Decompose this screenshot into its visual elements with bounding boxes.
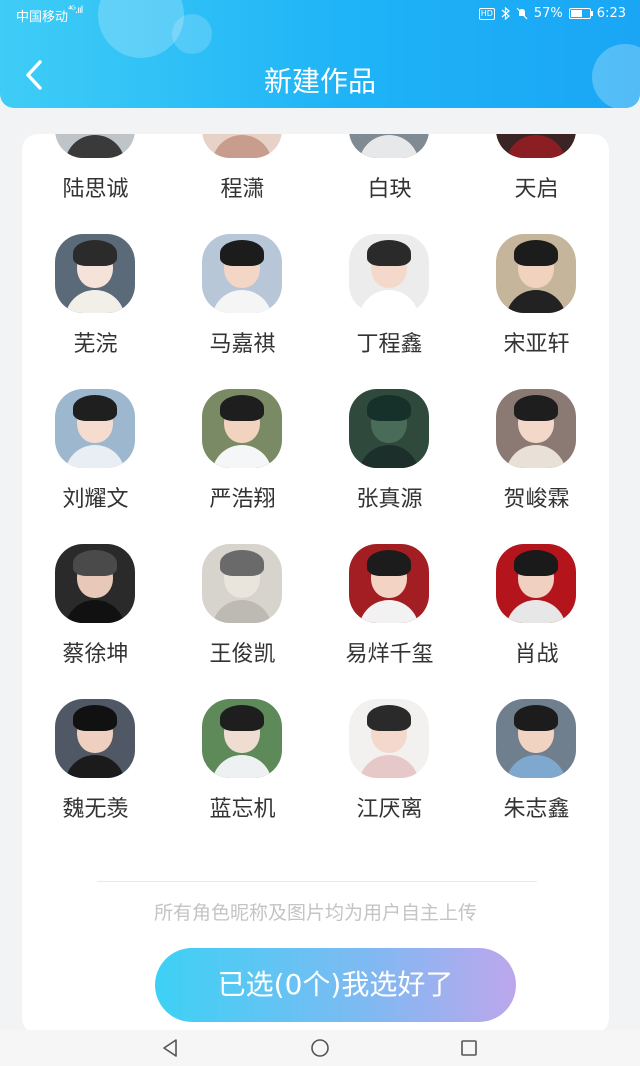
character-name: 贺峻霖	[503, 487, 570, 512]
character-name: 王俊凯	[209, 642, 276, 667]
nav-home-icon[interactable]	[309, 1038, 331, 1058]
character-name: 宋亚轩	[503, 332, 570, 357]
character-avatar[interactable]	[349, 544, 429, 623]
nav-back-icon[interactable]	[160, 1038, 182, 1058]
character-name: 蓝忘机	[209, 797, 276, 822]
character-name: 程潇	[220, 177, 265, 202]
character-avatar[interactable]	[496, 134, 576, 158]
bluetooth-icon	[501, 7, 510, 20]
character-avatar[interactable]	[202, 134, 282, 158]
character-avatar[interactable]	[349, 234, 429, 313]
status-bar: 中国移动 ⁴ᴳ.ııl HD 57% 6:23	[0, 0, 640, 28]
battery-icon	[568, 8, 593, 19]
mute-bell-icon	[516, 7, 528, 20]
character-item[interactable]: 蔡徐坤	[22, 544, 169, 699]
header-bar: 中国移动 ⁴ᴳ.ııl HD 57% 6:23 新建作品	[0, 0, 640, 108]
confirm-selection-button[interactable]: 已选(0个)我选好了	[155, 948, 516, 1022]
character-item[interactable]: 王俊凯	[169, 544, 316, 699]
character-item[interactable]: 肖战	[463, 544, 609, 699]
character-item[interactable]: 陆思诚	[22, 134, 169, 234]
character-item[interactable]: 易烊千玺	[316, 544, 463, 699]
character-item[interactable]: 白玦	[316, 134, 463, 234]
character-avatar[interactable]	[55, 544, 135, 623]
system-nav-bar	[0, 1030, 640, 1066]
character-name: 易烊千玺	[345, 642, 434, 667]
character-grid: 陆思诚 程潇 白玦 天启芜浣 马嘉祺 丁程鑫 宋亚轩刘耀文 严浩翔 张真源 贺峻霖蔡徐坤 王俊凯 易烊…	[22, 134, 609, 854]
character-avatar[interactable]	[496, 699, 576, 778]
character-name: 马嘉祺	[209, 332, 276, 357]
character-item[interactable]: 刘耀文	[22, 389, 169, 544]
character-avatar[interactable]	[349, 134, 429, 158]
character-avatar[interactable]	[202, 389, 282, 468]
divider	[97, 881, 537, 882]
character-avatar[interactable]	[349, 699, 429, 778]
character-item[interactable]: 魏无羡	[22, 699, 169, 854]
character-avatar[interactable]	[496, 389, 576, 468]
character-avatar[interactable]	[55, 234, 135, 313]
character-item[interactable]: 张真源	[316, 389, 463, 544]
character-item[interactable]: 蓝忘机	[169, 699, 316, 854]
hd-icon: HD	[478, 7, 495, 20]
nav-recent-icon[interactable]	[458, 1038, 480, 1058]
character-item[interactable]: 宋亚轩	[463, 234, 609, 389]
character-avatar[interactable]	[202, 234, 282, 313]
character-name: 朱志鑫	[503, 797, 570, 822]
character-avatar[interactable]	[202, 544, 282, 623]
character-name: 蔡徐坤	[62, 642, 129, 667]
character-name: 江厌离	[356, 797, 423, 822]
carrier-label: 中国移动	[16, 10, 69, 25]
character-avatar[interactable]	[202, 699, 282, 778]
character-card: 陆思诚 程潇 白玦 天启芜浣 马嘉祺 丁程鑫 宋亚轩刘耀文 严浩翔 张真源 贺峻霖蔡徐坤 王俊凯 易烊…	[22, 134, 609, 1034]
character-name: 丁程鑫	[356, 332, 423, 357]
character-name: 陆思诚	[62, 177, 129, 202]
character-name: 张真源	[356, 487, 423, 512]
battery-percent: 57%	[533, 6, 563, 21]
character-name: 肖战	[514, 642, 559, 667]
character-name: 天启	[514, 177, 559, 202]
character-item[interactable]: 严浩翔	[169, 389, 316, 544]
signal-icon: ⁴ᴳ.ııl	[68, 5, 83, 16]
character-item[interactable]: 芜浣	[22, 234, 169, 389]
character-item[interactable]: 马嘉祺	[169, 234, 316, 389]
character-name: 魏无羡	[62, 797, 129, 822]
character-item[interactable]: 天启	[463, 134, 609, 234]
character-item[interactable]: 贺峻霖	[463, 389, 609, 544]
character-avatar[interactable]	[55, 134, 135, 158]
character-item[interactable]: 江厌离	[316, 699, 463, 854]
character-item[interactable]: 程潇	[169, 134, 316, 234]
character-item[interactable]: 朱志鑫	[463, 699, 609, 854]
character-avatar[interactable]	[496, 234, 576, 313]
character-avatar[interactable]	[496, 544, 576, 623]
character-name: 芜浣	[73, 332, 118, 357]
character-item[interactable]: 丁程鑫	[316, 234, 463, 389]
clock: 6:23	[596, 6, 626, 21]
character-avatar[interactable]	[55, 389, 135, 468]
disclaimer-text: 所有角色昵称及图片均为用户自主上传	[153, 902, 477, 924]
page-title: 新建作品	[263, 65, 376, 98]
character-name: 刘耀文	[62, 487, 129, 512]
character-name: 白玦	[367, 177, 412, 202]
character-avatar[interactable]	[55, 699, 135, 778]
character-avatar[interactable]	[349, 389, 429, 468]
character-name: 严浩翔	[209, 487, 276, 512]
